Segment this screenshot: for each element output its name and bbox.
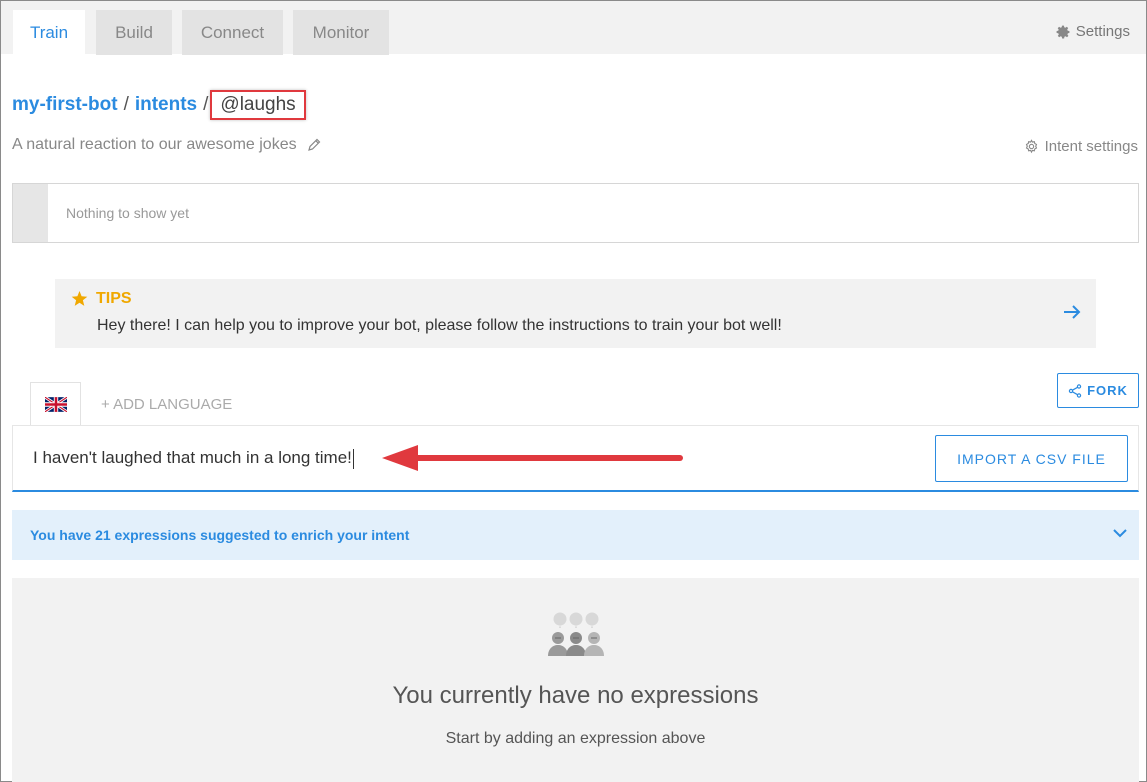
- intent-stats-box: Nothing to show yet: [12, 183, 1139, 243]
- intent-description-text: A natural reaction to our awesome jokes: [12, 136, 297, 153]
- add-language-button[interactable]: + ADD LANGUAGE: [101, 396, 232, 413]
- tips-body: Hey there! I can help you to improve you…: [97, 317, 782, 334]
- top-tab-bar: Train Build Connect Monitor Settings: [1, 1, 1146, 55]
- settings-label: Settings: [1075, 23, 1130, 40]
- tips-title: TIPS: [71, 290, 132, 308]
- language-tab-english[interactable]: [30, 382, 81, 426]
- breadcrumb-bot-link[interactable]: my-first-bot: [12, 94, 118, 116]
- tab-train[interactable]: Train: [13, 10, 85, 55]
- tab-build[interactable]: Build: [96, 10, 172, 55]
- fork-button[interactable]: FORK: [1057, 373, 1139, 408]
- suggestions-banner[interactable]: You have 21 expressions suggested to enr…: [12, 510, 1139, 560]
- breadcrumb-separator: /: [123, 94, 129, 115]
- expression-input[interactable]: I haven't laughed that much in a long ti…: [33, 448, 354, 469]
- fork-label: FORK: [1087, 383, 1128, 398]
- tips-title-text: TIPS: [96, 290, 132, 307]
- breadcrumb-separator: /: [203, 94, 209, 115]
- gear-outline-icon: [1025, 139, 1037, 154]
- annotation-arrow-icon: [382, 445, 683, 471]
- empty-state-subtitle: Start by adding an expression above: [445, 730, 706, 747]
- empty-state-title: You currently have no expressions: [392, 682, 759, 709]
- intent-settings-button[interactable]: Intent settings: [1024, 138, 1138, 155]
- tips-banner[interactable]: TIPS Hey there! I can help you to improv…: [55, 279, 1096, 348]
- pencil-icon[interactable]: [307, 138, 321, 152]
- breadcrumb-intents-link[interactable]: intents: [135, 94, 197, 116]
- arrow-right-icon[interactable]: [1062, 303, 1082, 321]
- text-caret: [352, 448, 354, 469]
- breadcrumb-current-intent: @laughs: [210, 90, 306, 120]
- stats-stripe: [13, 184, 48, 242]
- empty-expressions-state: You currently have no expressions Start …: [12, 578, 1139, 782]
- settings-button[interactable]: Settings: [1055, 23, 1130, 40]
- breadcrumb: my-first-bot / intents / @laughs: [12, 90, 306, 120]
- tab-connect[interactable]: Connect: [182, 10, 283, 55]
- import-csv-button[interactable]: IMPORT A CSV FILE: [935, 435, 1128, 482]
- uk-flag-icon: [44, 397, 67, 412]
- intent-settings-label: Intent settings: [1044, 138, 1138, 155]
- chevron-down-icon[interactable]: [1113, 528, 1127, 538]
- suggestions-text: You have 21 expressions suggested to enr…: [30, 527, 410, 543]
- people-illustration-icon: [548, 612, 604, 656]
- expression-input-value: I haven't laughed that much in a long ti…: [33, 448, 352, 467]
- tab-monitor[interactable]: Monitor: [293, 10, 389, 55]
- empty-box-text: Nothing to show yet: [66, 205, 189, 221]
- share-icon: [1068, 383, 1082, 398]
- intent-description: A natural reaction to our awesome jokes: [12, 136, 321, 154]
- star-icon: [71, 291, 88, 306]
- gear-icon: [1056, 25, 1070, 38]
